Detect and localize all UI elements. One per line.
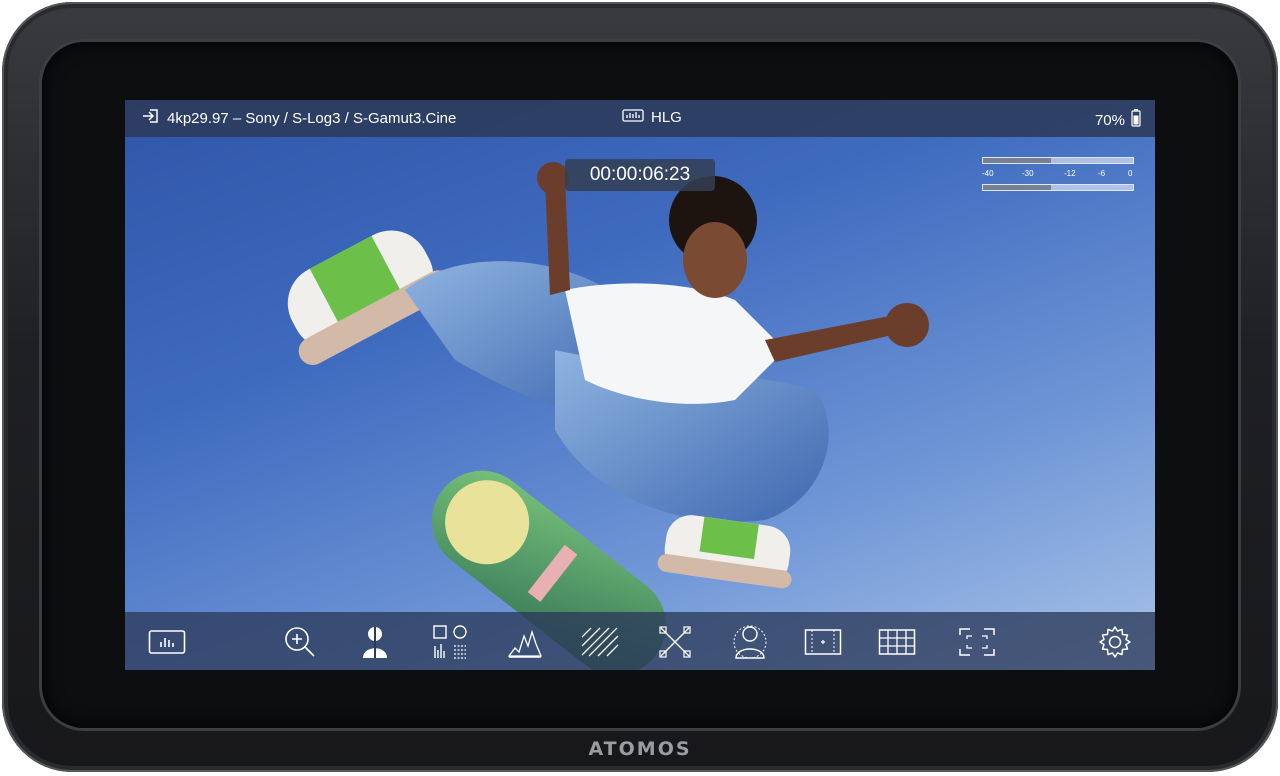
hdr-mode-icon xyxy=(622,109,644,126)
input-icon xyxy=(141,109,159,127)
meter-tick: 0 xyxy=(1128,169,1133,178)
meter-tick: -6 xyxy=(1098,169,1106,178)
monitoring-panels-icon xyxy=(433,625,467,659)
input-info[interactable]: 4kp29.97 – Sony / S-Log3 / S-Gamut3.Cine xyxy=(141,109,456,127)
grid-icon xyxy=(878,629,916,655)
zoom-button[interactable] xyxy=(280,624,320,660)
tool-bar xyxy=(125,612,1155,670)
skin-tone-button[interactable] xyxy=(730,624,770,660)
frame-guides-icon xyxy=(804,629,842,655)
false-color-icon xyxy=(363,627,387,658)
gear-icon xyxy=(1099,626,1131,658)
false-color-button[interactable] xyxy=(355,624,395,660)
output-mode-text: HLG xyxy=(651,109,682,126)
zebra-button[interactable] xyxy=(580,624,620,660)
audio-meter-scale: -40 -30 -12 -6 0 xyxy=(982,169,1134,181)
audio-meter-channel-1 xyxy=(982,157,1134,164)
brand-logo: ATOMOS xyxy=(588,738,692,760)
battery-text: 70% xyxy=(1094,111,1125,129)
focus-peaking-icon xyxy=(659,626,691,658)
meter-tick: -30 xyxy=(1022,169,1034,178)
zebra-icon xyxy=(581,627,619,657)
status-bar: 4kp29.97 – Sony / S-Log3 / S-Gamut3.Cine… xyxy=(125,100,1155,137)
monitor-screen: 4kp29.97 – Sony / S-Log3 / S-Gamut3.Cine… xyxy=(125,100,1155,670)
waveform-panels-button[interactable] xyxy=(430,624,470,660)
output-mode[interactable]: HLG xyxy=(622,109,682,126)
zoom-in-icon xyxy=(285,627,315,657)
meter-tick: -12 xyxy=(1064,169,1076,178)
battery-icon xyxy=(1131,109,1141,131)
audio-meter-channel-2 xyxy=(982,184,1134,191)
settings-button[interactable] xyxy=(1095,624,1135,660)
battery-status: 70% xyxy=(1095,109,1141,131)
frame-guides-button[interactable] xyxy=(803,624,843,660)
meter-tick: -40 xyxy=(982,169,994,178)
grid-button[interactable] xyxy=(877,624,917,660)
safe-area-button[interactable] xyxy=(957,624,997,660)
input-format-text: 4kp29.97 – Sony / S-Log3 / S-Gamut3.Cine xyxy=(167,109,457,127)
focus-peaking-button[interactable] xyxy=(655,624,695,660)
scopes-icon xyxy=(148,630,186,654)
skin-tone-icon xyxy=(733,625,767,659)
safe-area-icon xyxy=(959,628,995,656)
audio-meters: -40 -30 -12 -6 0 xyxy=(982,155,1134,195)
histogram-icon xyxy=(507,629,542,658)
histogram-button[interactable] xyxy=(505,624,545,660)
scopes-button[interactable] xyxy=(147,624,187,660)
timecode-display: 00:00:06:23 xyxy=(565,159,715,191)
